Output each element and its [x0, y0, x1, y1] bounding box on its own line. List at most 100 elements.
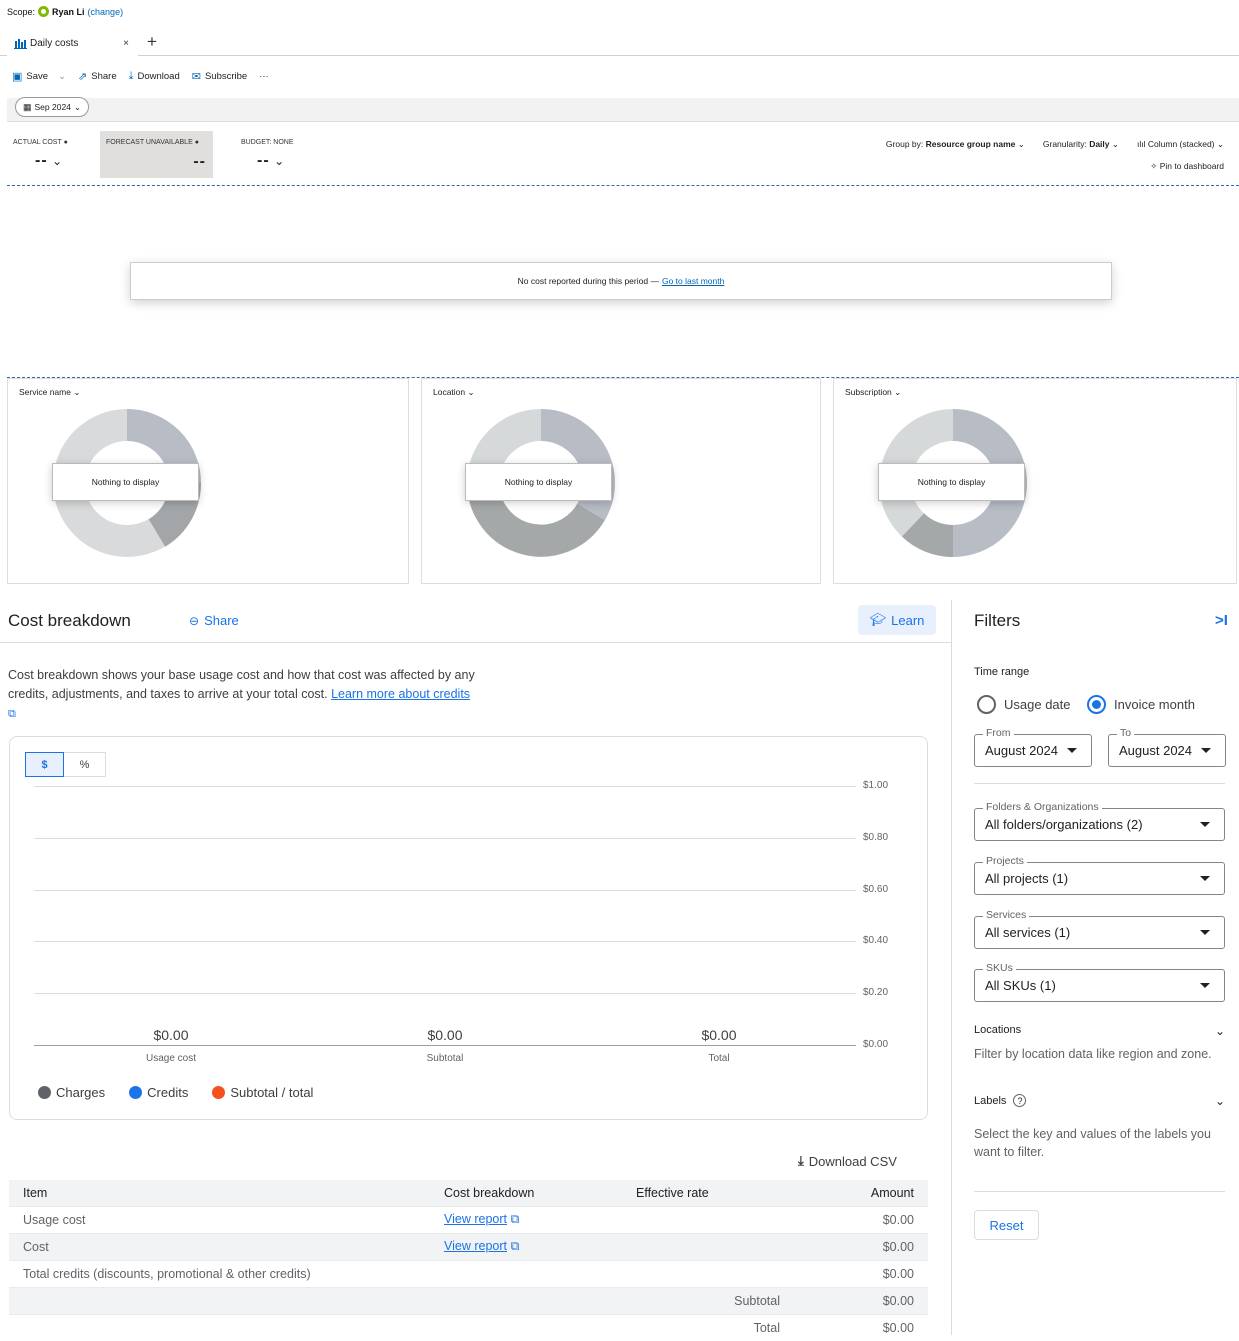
panel-title: Location [433, 387, 466, 397]
labels-expander[interactable]: Labels ? ⌄ [974, 1094, 1225, 1108]
chevron-down-icon: ⌄ [1216, 139, 1224, 149]
usage-date-label: Usage date [1004, 697, 1071, 712]
budget-label: BUDGET: NONE [241, 139, 294, 146]
change-scope-link[interactable]: (change) [88, 7, 124, 17]
budget-kpi[interactable]: BUDGET: NONE -- ⌄ [241, 139, 294, 170]
to-month-select[interactable]: To August 2024 [1108, 727, 1226, 767]
save-icon: ▣ [12, 71, 23, 83]
collapse-filters-icon[interactable]: >I [1215, 612, 1228, 629]
legend-label: Charges [56, 1085, 106, 1100]
save-label: Save [26, 71, 49, 82]
folders-value: All folders/organizations (2) [985, 817, 1143, 832]
forecast-value: -- [193, 153, 206, 170]
projects-value: All projects (1) [985, 871, 1069, 886]
actual-cost-kpi[interactable]: ACTUAL COST ● -- ⌄ [13, 139, 68, 170]
subtotal-label-cell: Subtotal [622, 1286, 794, 1314]
time-range-label: Time range [974, 666, 1030, 678]
budget-value: -- [257, 152, 270, 169]
labels-description: Select the key and values of the labels … [974, 1127, 1211, 1159]
x-tick-label: Usage cost [145, 1053, 197, 1064]
download-csv-button[interactable]: ⤓ Download CSV [798, 1153, 897, 1169]
invoice-month-radio[interactable]: Invoice month [1087, 695, 1195, 714]
learn-label: Learn [891, 612, 925, 628]
table-row: Cost View report ⧉ $0.00 [9, 1232, 928, 1260]
nothing-to-display-card: Nothing to display [465, 463, 612, 501]
date-range-pill[interactable]: ▦ Sep 2024 ⌄ [15, 97, 90, 117]
chevron-down-icon: ⌄ [1214, 1024, 1225, 1038]
share-link[interactable]: ⊖ Share [189, 613, 239, 628]
item-cell: Usage cost [9, 1205, 430, 1233]
locations-expander[interactable]: Locations ⌄ [974, 1024, 1225, 1038]
skus-select[interactable]: SKUs All SKUs (1) [974, 962, 1225, 1002]
dollar-toggle-button[interactable]: $ [25, 752, 64, 777]
radio-selected-icon [1087, 695, 1106, 714]
rate-cell [622, 1205, 794, 1233]
column-header: Cost breakdown [430, 1180, 622, 1206]
services-select[interactable]: Services All services (1) [974, 909, 1225, 949]
chevron-down-icon: ⌄ [52, 154, 63, 168]
external-link-icon: ⧉ [510, 1239, 520, 1253]
percent-toggle-button[interactable]: % [64, 752, 106, 777]
folders-organizations-select[interactable]: Folders & Organizations All folders/orga… [974, 801, 1225, 841]
to-value: August 2024 [1119, 743, 1193, 758]
amount-cell: $0.00 [794, 1232, 928, 1260]
skus-label: SKUs [983, 962, 1016, 974]
actual-cost-value: -- [35, 152, 48, 169]
subscription-dropdown[interactable]: Subscription ⌄ [845, 387, 901, 398]
dropdown-arrow-icon [1200, 822, 1210, 827]
download-button[interactable]: ⤓ Download [129, 70, 180, 83]
panel-title: Service name [19, 387, 71, 397]
projects-select[interactable]: Projects All projects (1) [974, 855, 1225, 895]
cost-breakdown-cell [430, 1313, 622, 1341]
subscribe-button[interactable]: ✉ Subscribe [192, 70, 247, 83]
panel-title: Subscription [845, 387, 892, 397]
filters-divider [951, 600, 952, 1335]
more-actions-button[interactable]: ··· [259, 71, 269, 82]
learn-more-credits-link[interactable]: Learn more about credits [331, 687, 470, 701]
view-report-link[interactable]: View report [444, 1212, 507, 1226]
tab-daily-costs[interactable]: Daily costs × [7, 30, 138, 57]
go-to-last-month-link[interactable]: Go to last month [662, 276, 724, 286]
cost-breakdown-cell [430, 1259, 622, 1287]
charges-swatch [38, 1086, 51, 1099]
share-button[interactable]: ⇗ Share [78, 70, 117, 83]
scope-name: Ryan Li [52, 6, 85, 17]
item-cell [9, 1313, 430, 1341]
from-month-select[interactable]: From August 2024 [974, 727, 1092, 767]
close-tab-icon[interactable]: × [123, 38, 129, 49]
no-cost-message: No cost reported during this period — Go… [130, 262, 1112, 300]
add-tab-button[interactable]: + [147, 32, 157, 52]
scope-bar: Scope: Ryan Li (change) [7, 6, 123, 17]
reset-button[interactable]: Reset [974, 1210, 1039, 1240]
rate-cell [622, 1259, 794, 1287]
location-dropdown[interactable]: Location ⌄ [433, 387, 475, 398]
nothing-to-display-card: Nothing to display [878, 463, 1025, 501]
pin-to-dashboard-button[interactable]: ✧ Pin to dashboard [1150, 161, 1224, 172]
invoice-month-label: Invoice month [1114, 697, 1195, 712]
table-row: Total credits (discounts, promotional & … [9, 1259, 928, 1287]
dropdown-arrow-icon [1200, 930, 1210, 935]
granularity-value: Daily [1089, 139, 1110, 149]
nothing-to-display-card: Nothing to display [52, 463, 199, 501]
help-icon[interactable]: ? [1013, 1094, 1027, 1107]
service-name-dropdown[interactable]: Service name ⌄ [19, 387, 80, 398]
save-dropdown-chevron-icon[interactable]: ⌄ [58, 71, 66, 82]
chart-type-dropdown[interactable]: ılıl Column (stacked) ⌄ [1137, 139, 1224, 150]
gridline [34, 786, 856, 787]
group-by-dropdown[interactable]: Group by: Resource group name ⌄ [886, 139, 1025, 150]
folders-label: Folders & Organizations [983, 801, 1102, 813]
link-icon: ⊖ [189, 613, 200, 628]
toolbar: ▣ Save ⌄ ⇗ Share ⤓ Download ✉ Subscribe ··· [12, 70, 281, 83]
view-report-link[interactable]: View report [444, 1239, 507, 1253]
school-icon: 🎓︎ [869, 612, 887, 627]
usage-date-radio[interactable]: Usage date [977, 695, 1071, 714]
y-tick-label: $0.00 [863, 1039, 889, 1050]
chevron-down-icon: ⌄ [73, 387, 81, 397]
chevron-down-icon: ⌄ [1017, 139, 1025, 149]
granularity-dropdown[interactable]: Granularity: Daily ⌄ [1043, 139, 1119, 150]
bar-value-label: $0.00 [153, 1027, 189, 1043]
labels-title: Labels [974, 1095, 1007, 1107]
save-button[interactable]: ▣ Save ⌄ [12, 70, 66, 83]
learn-button[interactable]: 🎓︎ Learn [858, 605, 936, 635]
gridline [34, 993, 856, 995]
